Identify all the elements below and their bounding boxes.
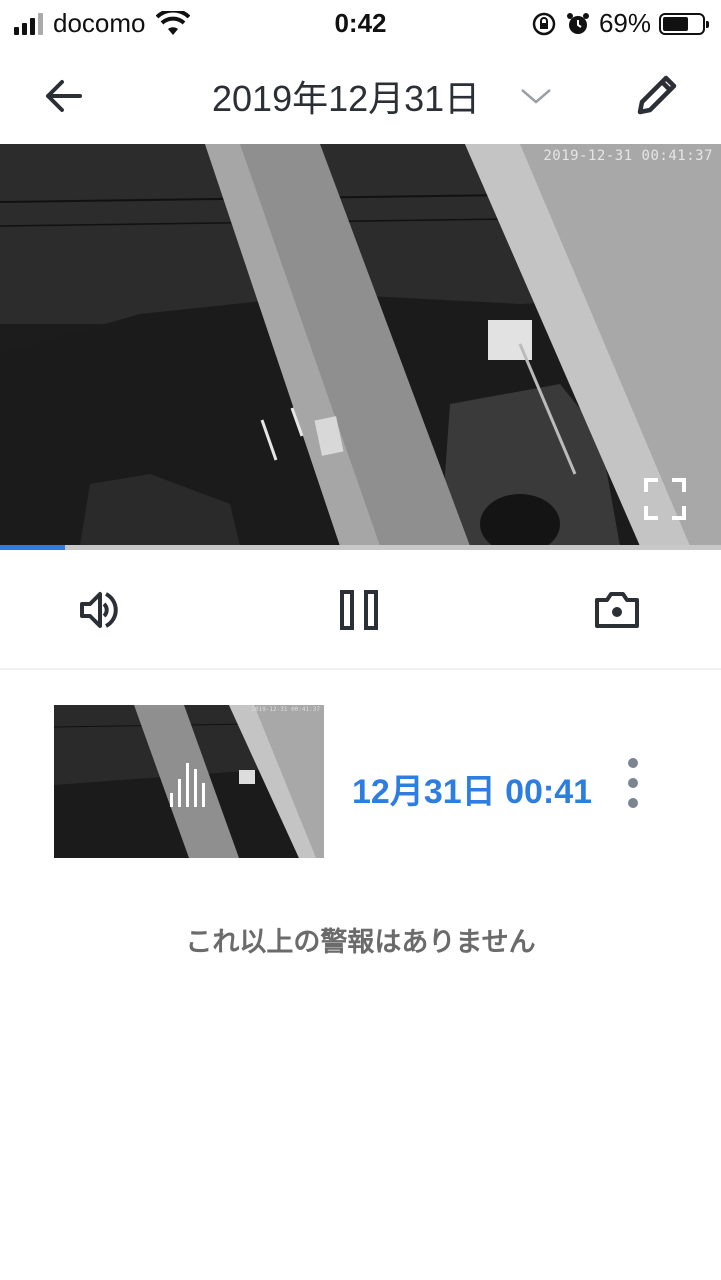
- battery-fill: [663, 16, 688, 31]
- pause-icon[interactable]: [336, 586, 384, 634]
- thumbnail-timestamp: 2019-12-31 00:41:37: [251, 706, 320, 713]
- rotation-lock-icon: [532, 12, 556, 35]
- battery-icon: [659, 12, 709, 35]
- speaker-icon[interactable]: [78, 586, 126, 634]
- pencil-icon[interactable]: [630, 68, 684, 122]
- chevron-down-icon[interactable]: [516, 76, 556, 116]
- section-divider: [0, 668, 721, 670]
- date-title[interactable]: 2019年12月31日: [212, 70, 480, 122]
- status-right: 69%: [531, 8, 709, 39]
- event-thumbnail[interactable]: 2019-12-31 00:41:37: [54, 705, 324, 858]
- event-time[interactable]: 12月31日 00:41: [352, 764, 592, 813]
- nav-bar: 2019年12月31日: [0, 46, 721, 144]
- no-more-alerts-message: これ以上の警報はありません: [185, 927, 536, 957]
- camera-feed: [0, 144, 721, 546]
- fullscreen-icon[interactable]: [644, 478, 686, 520]
- thumbnail-image: [54, 705, 324, 858]
- video-player[interactable]: 2019-12-31 00:41:37: [0, 144, 721, 546]
- battery-percent: 69%: [598, 8, 651, 38]
- alarm-icon: [566, 12, 589, 34]
- video-timestamp: 2019-12-31 00:41:37: [543, 148, 713, 164]
- camera-icon[interactable]: [593, 586, 641, 634]
- playback-controls: [0, 550, 721, 668]
- status-bar: docomo 0:42 69%: [0, 0, 721, 46]
- arrow-left-icon[interactable]: [40, 72, 88, 120]
- more-vertical-icon[interactable]: [618, 755, 648, 811]
